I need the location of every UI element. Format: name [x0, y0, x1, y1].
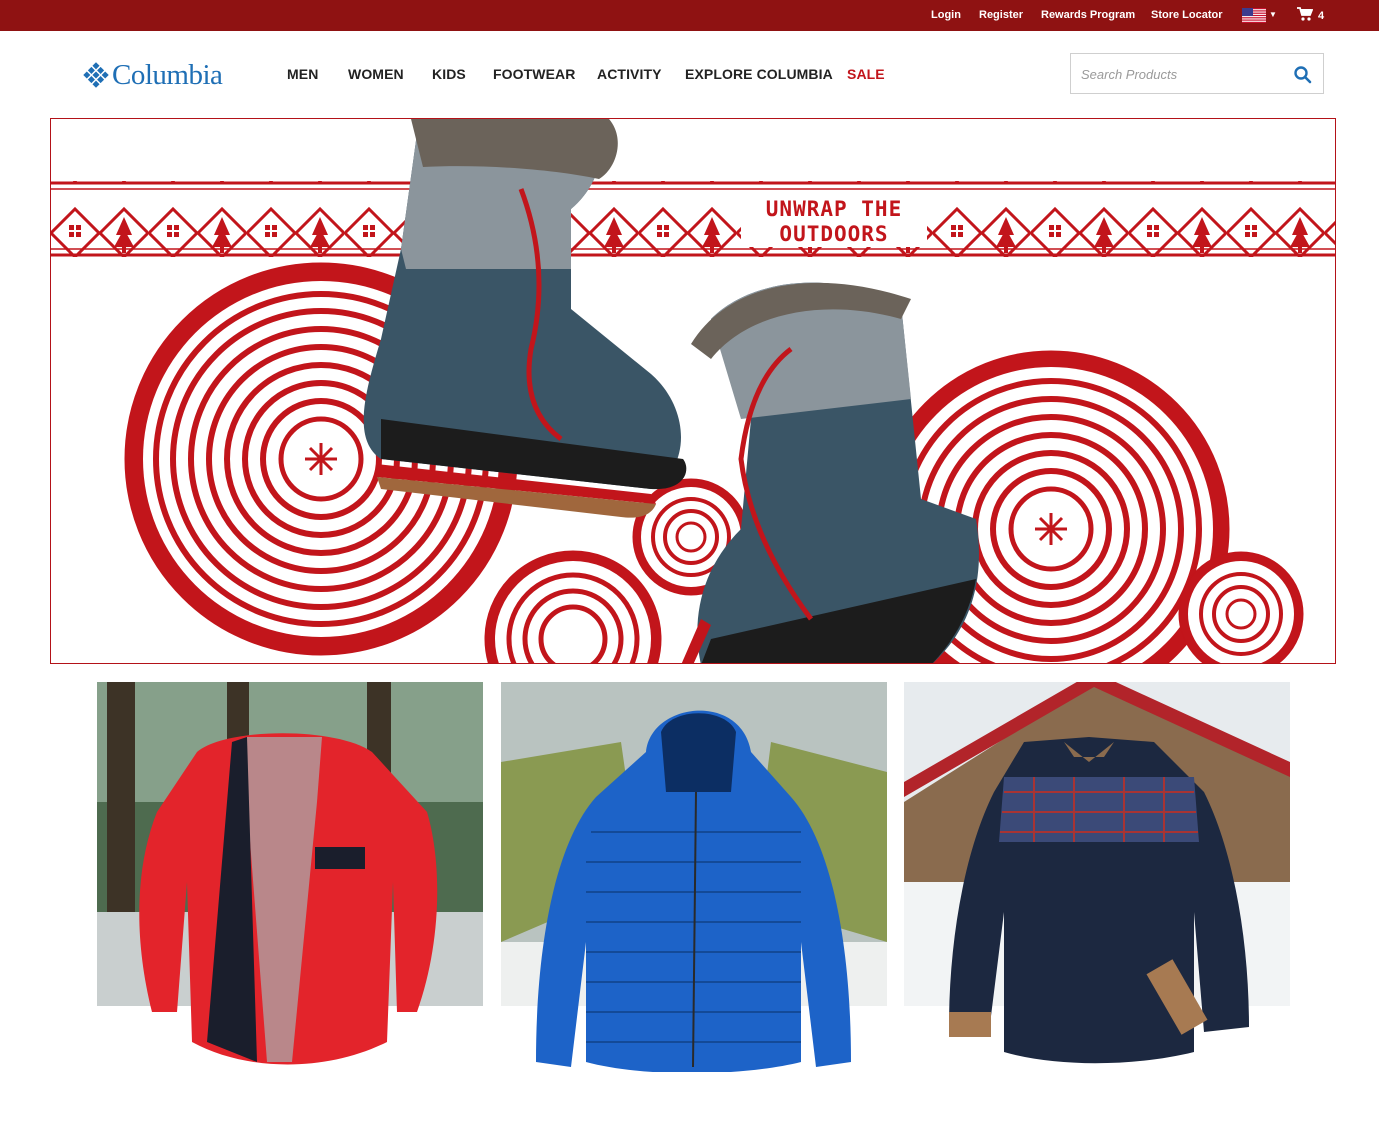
columbia-diamond-logo-icon — [83, 62, 109, 88]
search-input[interactable] — [1081, 63, 1281, 85]
register-link[interactable]: Register — [979, 9, 1023, 21]
brand-name: Columbia — [112, 59, 223, 91]
nav-item-footwear[interactable]: FOOTWEAR — [493, 66, 575, 82]
search-icon[interactable] — [1293, 65, 1313, 85]
store-locator-link[interactable]: Store Locator — [1151, 9, 1223, 21]
hero-illustration — [51, 119, 1335, 663]
hero-headline: UNWRAP THE OUTDOORS — [741, 197, 927, 247]
shopping-cart-icon[interactable] — [1297, 7, 1313, 21]
cart-count-badge[interactable]: 4 — [1318, 10, 1324, 22]
product-tile-blue-puffer[interactable] — [501, 682, 887, 1072]
utility-bar: Login Register Rewards Program Store Loc… — [0, 0, 1379, 31]
product-tile-red-fleece[interactable] — [97, 682, 483, 1072]
nav-item-explore-columbia[interactable]: EXPLORE COLUMBIA — [685, 66, 833, 82]
nav-item-activity[interactable]: ACTIVITY — [597, 66, 662, 82]
blue-puffer-jacket-image — [501, 682, 887, 1072]
login-link[interactable]: Login — [931, 9, 961, 21]
boot-left — [363, 119, 687, 518]
hero-headline-line2: OUTDOORS — [779, 222, 889, 246]
hero-headline-line1: UNWRAP THE — [765, 197, 903, 221]
nav-item-sale[interactable]: SALE — [847, 66, 885, 82]
chevron-down-icon[interactable]: ▼ — [1269, 10, 1277, 19]
nav-item-men[interactable]: MEN — [287, 66, 318, 82]
hero-banner[interactable]: UNWRAP THE OUTDOORS — [50, 118, 1336, 664]
nav-item-women[interactable]: WOMEN — [348, 66, 404, 82]
product-tile-navy-shirt-jacket[interactable] — [904, 682, 1290, 1072]
nav-item-kids[interactable]: KIDS — [432, 66, 466, 82]
rewards-program-link[interactable]: Rewards Program — [1041, 9, 1135, 21]
navy-quilted-shirt-jacket-image — [904, 682, 1290, 1064]
us-flag-icon[interactable] — [1242, 8, 1266, 23]
red-fleece-jacket-image — [97, 682, 483, 1065]
search-box — [1070, 53, 1324, 94]
